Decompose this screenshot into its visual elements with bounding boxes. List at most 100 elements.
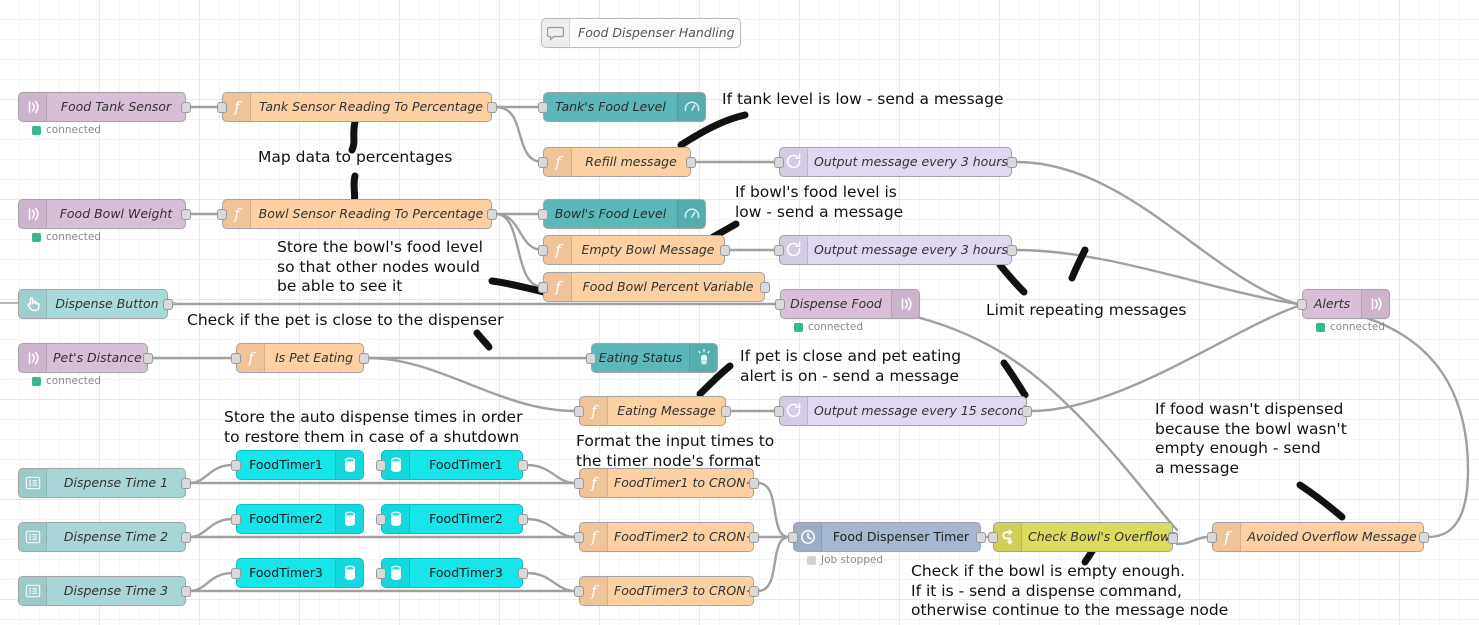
anno-format-times: Format the input times to the timer node…: [576, 432, 775, 470]
node-dispense-time-3[interactable]: Dispense Time 3: [18, 576, 191, 606]
node-output-port[interactable]: [749, 477, 759, 489]
node-bowl-sensor-to-percent[interactable]: f Bowl Sensor Reading To Percentage: [217, 199, 497, 229]
node-output-15s[interactable]: Output message every 15 seconds: [774, 396, 1032, 426]
node-output-port[interactable]: [749, 531, 759, 543]
node-output-3h-2[interactable]: Output message every 3 hours: [774, 235, 1017, 265]
node-output-port[interactable]: [1022, 405, 1032, 417]
node-output-port[interactable]: [749, 585, 759, 597]
node-dispense-food[interactable]: Dispense Food: [775, 289, 920, 319]
node-input-port[interactable]: [774, 244, 784, 256]
node-output-port[interactable]: [760, 281, 770, 293]
node-output-3h-1[interactable]: Output message every 3 hours: [774, 147, 1017, 177]
node-input-port[interactable]: [538, 244, 548, 256]
node-tank-sensor-to-percent[interactable]: f Tank Sensor Reading To Percentage: [217, 92, 497, 122]
node-output-port[interactable]: [163, 298, 173, 310]
node-output-port[interactable]: [181, 585, 191, 597]
node-output-port[interactable]: [487, 208, 497, 220]
node-input-port[interactable]: [376, 567, 386, 579]
node-input-port[interactable]: [775, 298, 785, 310]
node-label: Bowl Sensor Reading To Percentage: [258, 205, 484, 221]
node-input-port[interactable]: [574, 585, 584, 597]
node-pets-distance[interactable]: Pet's Distance: [18, 343, 153, 373]
node-tanks-food-level[interactable]: Tank's Food Level: [538, 92, 706, 122]
node-input-port[interactable]: [217, 208, 227, 220]
node-foodtimer1-read[interactable]: FoodTimer1: [376, 450, 528, 480]
node-input-port[interactable]: [231, 567, 241, 579]
node-dispense-time-1[interactable]: Dispense Time 1: [18, 468, 191, 498]
node-foodtimer2-read[interactable]: FoodTimer2: [376, 504, 528, 534]
node-food-bowl-percent-var[interactable]: f Food Bowl Percent Variable: [538, 272, 770, 302]
node-output-port[interactable]: [976, 531, 986, 543]
node-foodtimer1-store[interactable]: FoodTimer1: [231, 450, 364, 480]
node-output-port-2[interactable]: [1168, 533, 1178, 544]
node-input-port[interactable]: [538, 208, 548, 220]
node-input-port[interactable]: [231, 459, 241, 471]
node-output-port[interactable]: [518, 459, 528, 471]
node-input-port[interactable]: [231, 352, 241, 364]
node-foodtimer3-read[interactable]: FoodTimer3: [376, 558, 528, 588]
node-input-port[interactable]: [788, 531, 798, 543]
node-output-port[interactable]: [143, 352, 153, 364]
node-output-port[interactable]: [181, 477, 191, 489]
node-input-port[interactable]: [774, 156, 784, 168]
node-input-port[interactable]: [538, 156, 548, 168]
node-input-port[interactable]: [774, 405, 784, 417]
node-alerts[interactable]: Alerts: [1297, 289, 1390, 319]
node-output-port[interactable]: [721, 405, 731, 417]
node-input-port[interactable]: [574, 405, 584, 417]
node-check-bowls-overflow[interactable]: Check Bowl's Overflow: [988, 522, 1178, 552]
node-output-port[interactable]: [1007, 156, 1017, 168]
node-foodtimer3-store[interactable]: FoodTimer3: [231, 558, 364, 588]
node-input-port[interactable]: [376, 459, 386, 471]
node-bowls-food-level[interactable]: Bowl's Food Level: [538, 199, 706, 229]
node-refill-message[interactable]: f Refill message: [538, 147, 696, 177]
node-output-port[interactable]: [181, 101, 191, 113]
database-icon: [382, 559, 410, 587]
node-output-port[interactable]: [518, 513, 528, 525]
node-foodtimer1-cron[interactable]: f FoodTimer1 to CRON+: [574, 468, 759, 498]
node-output-port[interactable]: [1419, 531, 1429, 543]
node-input-port[interactable]: [574, 531, 584, 543]
node-output-port[interactable]: [487, 101, 497, 113]
node-input-port[interactable]: [231, 513, 241, 525]
node-input-port[interactable]: [217, 101, 227, 113]
node-label: Dispense Time 2: [63, 528, 169, 544]
node-label: FoodTimer1: [249, 456, 323, 472]
node-dispense-button[interactable]: Dispense Button: [18, 289, 173, 319]
node-is-pet-eating[interactable]: f Is Pet Eating: [231, 343, 369, 373]
node-foodtimer2-store[interactable]: FoodTimer2: [231, 504, 364, 534]
node-input-port[interactable]: [1297, 298, 1307, 310]
node-label: Dispense Time 1: [63, 474, 169, 490]
node-output-port[interactable]: [518, 567, 528, 579]
node-food-dispenser-timer[interactable]: Food Dispenser Timer: [788, 522, 986, 552]
node-foodtimer3-cron[interactable]: f FoodTimer3 to CRON+: [574, 576, 759, 606]
node-input-port[interactable]: [586, 352, 596, 364]
node-label: Empty Bowl Message: [581, 241, 715, 257]
database-icon: [335, 505, 363, 533]
node-output-port[interactable]: [1007, 244, 1017, 256]
node-food-bowl-weight[interactable]: Food Bowl Weight: [18, 199, 191, 229]
node-output-port[interactable]: [720, 244, 730, 256]
node-input-port[interactable]: [538, 101, 548, 113]
node-food-tank-sensor[interactable]: Food Tank Sensor: [18, 92, 191, 122]
node-label: Eating Status: [598, 349, 683, 365]
svg-text:f: f: [233, 205, 242, 223]
node-foodtimer2-cron[interactable]: f FoodTimer2 to CRON+: [574, 522, 759, 552]
node-input-port[interactable]: [988, 531, 998, 543]
node-output-port[interactable]: [686, 156, 696, 168]
node-eating-status[interactable]: Eating Status: [586, 343, 718, 373]
comment-node-title[interactable]: Food Dispenser Handling: [541, 18, 741, 48]
status-label: connected: [46, 375, 101, 387]
node-output-port[interactable]: [181, 531, 191, 543]
node-output-port[interactable]: [359, 352, 369, 364]
clock-icon: [794, 523, 822, 551]
node-input-port[interactable]: [538, 281, 548, 293]
node-dispense-time-2[interactable]: Dispense Time 2: [18, 522, 191, 552]
node-empty-bowl-message[interactable]: f Empty Bowl Message: [538, 235, 730, 265]
node-avoided-overflow-message[interactable]: f Avoided Overflow Message: [1207, 522, 1429, 552]
node-output-port[interactable]: [181, 208, 191, 220]
node-input-port[interactable]: [574, 477, 584, 489]
node-input-port[interactable]: [376, 513, 386, 525]
node-input-port[interactable]: [1207, 531, 1217, 543]
node-eating-message[interactable]: f Eating Message: [574, 396, 731, 426]
